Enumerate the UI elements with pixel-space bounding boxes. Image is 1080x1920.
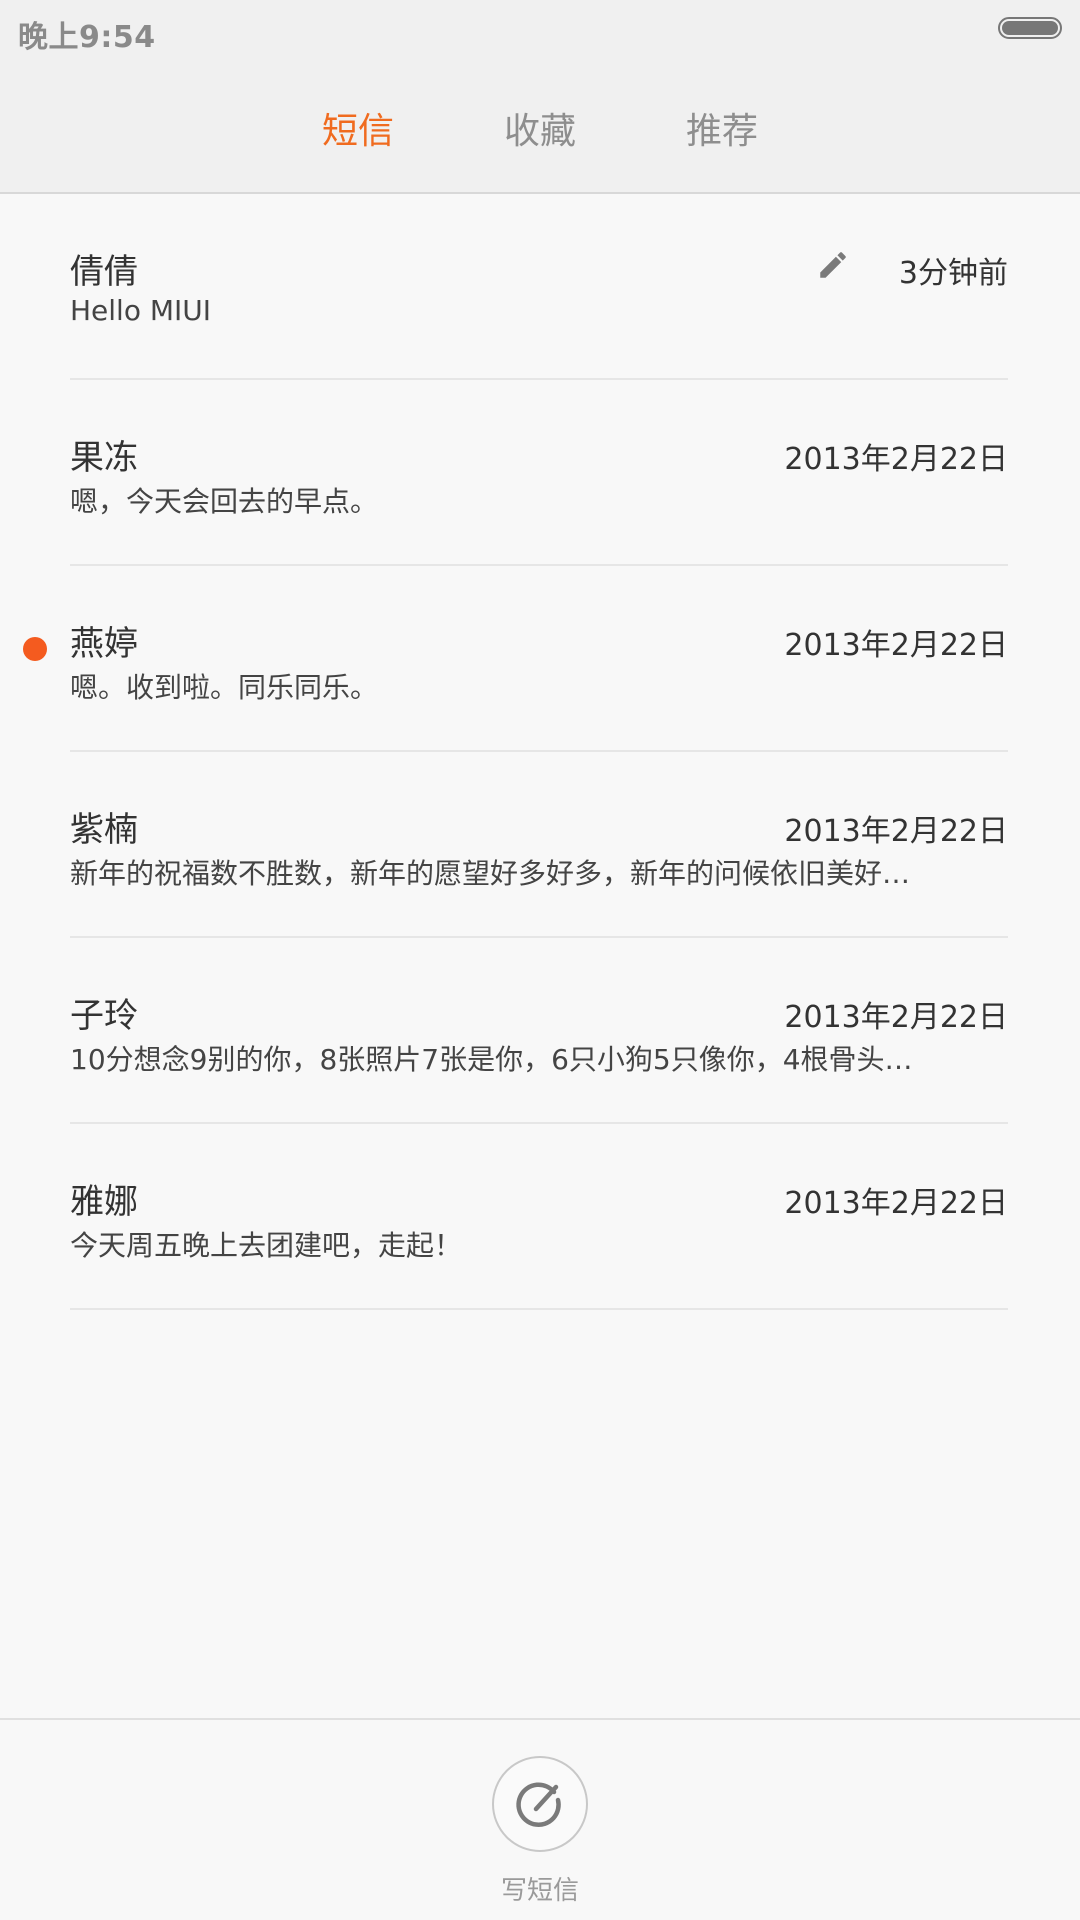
contact-name: 子玲 [70, 996, 138, 1036]
contact-name: 雅娜 [70, 1182, 138, 1222]
conversation-item[interactable]: 子玲 2013年2月22日 10分想念9别的你，8张照片7张是你，6只小狗5只像… [0, 938, 1080, 1124]
status-time: 晚上9:54 [18, 20, 156, 55]
compose-label[interactable]: 写短信 [440, 1870, 640, 1907]
conversation-item[interactable]: 紫楠 2013年2月22日 新年的祝福数不胜数，新年的愿望好多好多，新年的问候依… [0, 752, 1080, 938]
message-snippet: 嗯。收到啦。同乐同乐。 [70, 671, 379, 704]
tab-bar: 短信 收藏 推荐 [0, 62, 1080, 194]
message-snippet: 10分想念9别的你，8张照片7张是你，6只小狗5只像你，4根骨头… [70, 1043, 913, 1076]
bottom-bar: 写短信 [0, 1718, 1080, 1920]
status-bar: 晚上9:54 [0, 0, 1080, 62]
contact-name: 燕婷 [70, 624, 138, 664]
tab-messages[interactable]: 短信 [288, 102, 428, 154]
conversation-list: 倩倩 3分钟前 Hello MIUI 果冻 2013年2月22日 嗯，今天会回去… [0, 194, 1080, 1310]
contact-name: 紫楠 [70, 810, 138, 850]
unread-indicator [23, 637, 47, 661]
conversation-item[interactable]: 倩倩 3分钟前 Hello MIUI [0, 194, 1080, 380]
message-time: 2013年2月22日 [784, 814, 1008, 849]
contact-name: 倩倩 [70, 252, 138, 292]
tab-favorites[interactable]: 收藏 [470, 102, 610, 154]
conversation-item[interactable]: 雅娜 2013年2月22日 今天周五晚上去团建吧，走起！ [0, 1124, 1080, 1310]
contact-name: 果冻 [70, 438, 138, 478]
message-time: 2013年2月22日 [784, 442, 1008, 477]
conversation-item[interactable]: 燕婷 2013年2月22日 嗯。收到啦。同乐同乐。 [0, 566, 1080, 752]
battery-fill [1002, 21, 1058, 35]
message-time: 2013年2月22日 [784, 628, 1008, 663]
tab-recommended[interactable]: 推荐 [652, 102, 792, 154]
battery-icon [998, 17, 1062, 39]
message-snippet: 嗯，今天会回去的早点。 [70, 485, 379, 518]
message-time: 2013年2月22日 [784, 1186, 1008, 1221]
pencil-icon [820, 252, 846, 278]
compose-button[interactable] [492, 1756, 588, 1852]
message-time: 2013年2月22日 [784, 1000, 1008, 1035]
message-snippet: Hello MIUI [70, 294, 212, 327]
message-snippet: 今天周五晚上去团建吧，走起！ [70, 1229, 463, 1262]
divider [70, 1308, 1008, 1310]
compose-icon [516, 1782, 561, 1827]
message-time: 3分钟前 [898, 256, 1008, 291]
conversation-item[interactable]: 果冻 2013年2月22日 嗯，今天会回去的早点。 [0, 380, 1080, 566]
message-snippet: 新年的祝福数不胜数，新年的愿望好多好多，新年的问候依旧美好… [70, 857, 911, 890]
